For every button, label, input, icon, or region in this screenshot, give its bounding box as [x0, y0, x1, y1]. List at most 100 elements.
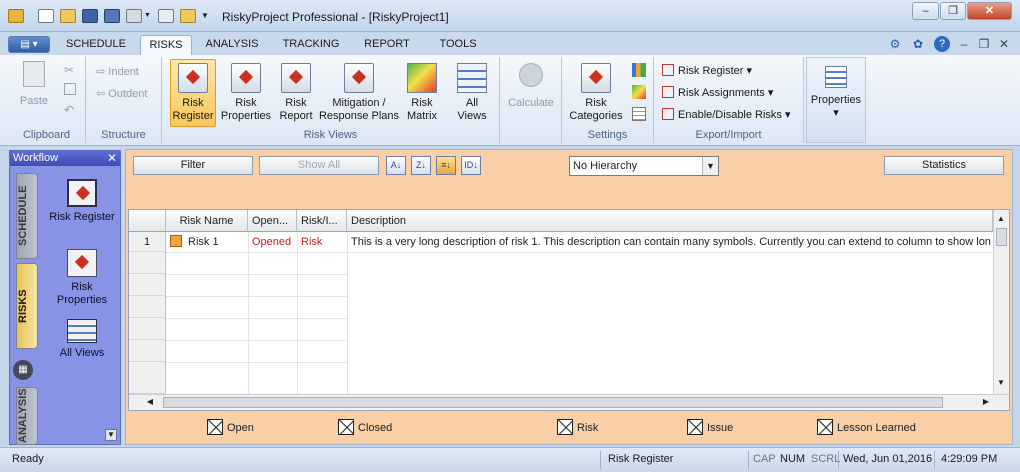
- risk-issue-cell[interactable]: Risk: [297, 232, 347, 252]
- workflow-tab-risks[interactable]: RISKS: [16, 263, 38, 349]
- column-header-risk-name[interactable]: Risk Name: [166, 210, 248, 232]
- new-file-icon[interactable]: [38, 9, 54, 23]
- outdent-label: Outdent: [108, 88, 148, 100]
- tab-risks[interactable]: RISKS: [140, 35, 192, 55]
- workflow-calculate-icon[interactable]: ▦: [13, 360, 33, 380]
- chevron-down-icon[interactable]: ▼: [702, 157, 718, 175]
- app-icon: [8, 9, 24, 23]
- print-icon[interactable]: [126, 9, 142, 23]
- hierarchy-select[interactable]: No Hierarchy ▼: [569, 156, 719, 176]
- risk-report-button[interactable]: Risk Report: [276, 59, 316, 123]
- open-folder-icon[interactable]: [60, 9, 76, 23]
- ribbon-minimize-icon[interactable]: –: [956, 36, 972, 52]
- export-risk-register-button[interactable]: Risk Register ▾: [662, 64, 752, 77]
- scroll-thumb[interactable]: [996, 228, 1007, 246]
- enable-disable-risks-label: Enable/Disable Risks: [678, 109, 782, 121]
- workflow-tab-schedule[interactable]: SCHEDULE: [16, 173, 38, 259]
- matrix-small-icon[interactable]: [632, 85, 646, 99]
- tab-tracking[interactable]: TRACKING: [277, 35, 345, 55]
- risk-categories-label-1: Risk: [585, 97, 607, 109]
- description-cell[interactable]: This is a very long description of risk …: [347, 232, 993, 252]
- properties-button[interactable]: Properties ▾: [809, 60, 863, 120]
- column-header-description[interactable]: Description: [347, 210, 993, 232]
- undo-icon[interactable]: ↶: [64, 103, 74, 117]
- scroll-thumb[interactable]: [163, 397, 943, 408]
- options-icon[interactable]: ✿: [910, 36, 926, 52]
- risk-categories-icon: [581, 63, 611, 93]
- row-number[interactable]: 1: [129, 232, 166, 252]
- ribbon-close-icon[interactable]: ✕: [996, 36, 1012, 52]
- scroll-left-icon[interactable]: ◀: [143, 395, 157, 409]
- workflow-title: Workflow: [13, 152, 59, 164]
- tab-tools[interactable]: TOOLS: [432, 35, 484, 55]
- print-preview-icon[interactable]: [158, 9, 174, 23]
- risk-categories-button[interactable]: Risk Categories: [566, 59, 626, 123]
- empty-row-number: [129, 362, 166, 394]
- risk-properties-label-2: Properties: [220, 110, 272, 122]
- save-icon[interactable]: [82, 9, 98, 23]
- folder-icon[interactable]: [180, 9, 196, 23]
- risk-properties-button[interactable]: Risk Properties: [218, 59, 274, 123]
- customize-quick-access-icon[interactable]: ▼: [200, 9, 210, 23]
- all-views-icon: [457, 63, 487, 93]
- maximize-button[interactable]: ❐: [940, 2, 966, 20]
- status-bar: Ready Risk Register CAP NUM SCRL Wed, Ju…: [0, 447, 1020, 472]
- tab-analysis[interactable]: ANALYSIS: [200, 35, 264, 55]
- workflow-close-icon[interactable]: ✕: [107, 151, 117, 166]
- help-icon[interactable]: ?: [934, 36, 950, 52]
- outdent-icon: ⇦: [96, 88, 109, 100]
- web-help-icon[interactable]: ⚙: [887, 36, 903, 52]
- minimize-button[interactable]: –: [912, 2, 939, 20]
- application-menu-button[interactable]: ▤ ▾: [8, 36, 50, 53]
- risk-register-label-1: Risk: [182, 97, 204, 109]
- all-views-button[interactable]: All Views: [450, 59, 494, 123]
- enable-disable-risks-button[interactable]: Enable/Disable Risks ▾: [662, 108, 791, 121]
- calculate-button[interactable]: Calculate: [504, 59, 558, 110]
- legend-issue-icon: [687, 419, 703, 435]
- workflow-all-views-icon: [67, 319, 97, 343]
- indent-button[interactable]: ⇨ Indent: [96, 65, 139, 78]
- risk-assignments-button[interactable]: Risk Assignments ▾: [662, 86, 773, 99]
- close-button[interactable]: ✕: [967, 2, 1012, 20]
- risk-matrix-button[interactable]: Risk Matrix: [402, 59, 442, 123]
- column-divider: [248, 232, 249, 394]
- workflow-tab-analysis[interactable]: ANALYSIS: [16, 387, 38, 445]
- ribbon-restore-icon[interactable]: ❐: [976, 36, 992, 52]
- copy-icon[interactable]: [64, 83, 76, 95]
- empty-row-number: [129, 274, 166, 296]
- scroll-up-icon[interactable]: ▲: [994, 212, 1008, 226]
- risk-register-button[interactable]: Risk Register: [170, 59, 216, 127]
- mitigation-label-1: Mitigation /: [332, 97, 386, 109]
- table-row[interactable]: Risk 1: [166, 232, 248, 252]
- sort-by-score-icon[interactable]: ≡↓: [436, 156, 456, 175]
- risk-register-label-2: Register: [172, 110, 214, 122]
- sort-descending-icon[interactable]: Z↓: [411, 156, 431, 175]
- outdent-button[interactable]: ⇦ Outdent: [96, 87, 147, 100]
- show-all-button[interactable]: Show All: [259, 156, 379, 175]
- table-small-icon[interactable]: [632, 107, 646, 121]
- tab-report[interactable]: REPORT: [358, 35, 416, 55]
- column-header-risk-issue[interactable]: Risk/I...: [297, 210, 347, 232]
- scroll-right-icon[interactable]: ▶: [979, 395, 993, 409]
- sort-by-id-icon[interactable]: ID↓: [461, 156, 481, 175]
- workflow-item-risk-properties[interactable]: Risk Properties: [44, 249, 120, 307]
- workflow-item-all-views[interactable]: All Views: [44, 319, 120, 360]
- print-dropdown-icon[interactable]: ▼: [144, 9, 152, 23]
- status-cell[interactable]: Opened: [248, 232, 297, 252]
- scroll-down-icon[interactable]: ▼: [994, 376, 1008, 390]
- mitigation-button[interactable]: Mitigation / Response Plans: [316, 59, 402, 123]
- properties-icon: [825, 66, 847, 88]
- horizontal-scrollbar[interactable]: ◀ ▶: [129, 394, 1009, 410]
- chart-small-icon[interactable]: [632, 63, 646, 77]
- tab-schedule[interactable]: SCHEDULE: [60, 35, 132, 55]
- column-header-open[interactable]: Open...: [248, 210, 297, 232]
- sort-ascending-icon[interactable]: A↓: [386, 156, 406, 175]
- statistics-button[interactable]: Statistics: [884, 156, 1004, 175]
- vertical-scrollbar[interactable]: ▲ ▼: [993, 210, 1009, 394]
- filter-button[interactable]: Filter: [133, 156, 253, 175]
- save-as-icon[interactable]: [104, 9, 120, 23]
- cut-icon[interactable]: ✂: [64, 63, 74, 77]
- paste-button[interactable]: Paste: [14, 61, 54, 108]
- workflow-item-risk-register[interactable]: Risk Register: [44, 179, 120, 224]
- workflow-scroll-down-button[interactable]: ▼: [105, 429, 117, 441]
